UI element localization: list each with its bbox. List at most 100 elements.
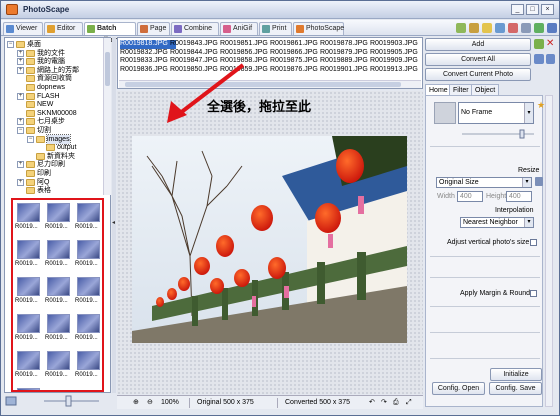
tab-anigif[interactable]: AniGif [220,22,258,35]
panel-splitter[interactable]: ◂ [112,37,116,393]
thumbnail[interactable]: R0019... [15,239,43,271]
fullscreen-icon[interactable]: ⤢ [406,397,412,408]
file-item[interactable]: R0019878.JPG [320,40,376,49]
width-input[interactable]: 400 [457,191,483,202]
thumbnail[interactable]: R0019... [75,239,102,271]
thumbnail[interactable]: R0019... [15,387,43,390]
thumbnail-zoom-slider[interactable] [4,394,111,408]
file-item[interactable]: R0019856.JPG [220,49,276,58]
tab-batch-editor[interactable]: Batch Editor [84,22,136,44]
file-item[interactable]: R0019843.JPG [170,40,226,49]
file-item[interactable]: R0019889.JPG [320,57,376,66]
resize-settings-icon[interactable] [535,177,543,186]
expand-icon[interactable]: + [17,92,24,100]
home-icon[interactable] [456,23,466,33]
preview-canvas[interactable] [117,91,423,394]
thumbnail[interactable]: R0019... [15,350,43,382]
zoom-in-icon[interactable]: ⊕ [133,397,139,408]
folder-icon[interactable] [469,23,479,33]
thumbnail[interactable]: R0019... [45,313,73,345]
tab-editor[interactable]: Editor [44,22,83,35]
settings-icon[interactable] [547,23,557,33]
tab-label: Editor [57,25,76,32]
zoom-out-icon[interactable]: ⊖ [147,397,153,408]
page-icon [140,25,148,33]
tools-icon[interactable] [508,23,518,33]
collapse-icon[interactable]: − [7,41,14,48]
expand-icon[interactable]: + [17,161,24,169]
resize-select[interactable]: Original Size ▾ [436,177,532,188]
expand-icon[interactable]: + [17,58,24,66]
move-up-icon[interactable] [534,54,544,64]
file-item[interactable]: R0019876.JPG [270,66,326,75]
convert-all-button[interactable]: Convert All [425,53,531,66]
refresh-icon[interactable] [495,23,505,33]
collapse-icon[interactable]: − [17,127,24,134]
file-item[interactable]: R0019844.JPG [170,49,226,58]
minimize-icon[interactable]: _ [511,4,524,15]
main-tab-bar: Viewer Editor Batch Editor Page Combine … [1,20,559,44]
file-item[interactable]: R0019866.JPG [270,49,326,58]
slider-handle[interactable] [65,395,72,407]
margin-round-checkbox[interactable] [530,290,537,297]
thumbnail[interactable]: R0019... [45,239,73,271]
remove-icon[interactable]: ✕ [546,39,555,49]
thumbnail[interactable]: R0019... [75,350,102,382]
thumbnail[interactable]: R0019... [75,313,102,345]
thumbnail[interactable]: R0019... [45,202,73,234]
config-save-button[interactable]: Config. Save [489,382,542,395]
add-button[interactable]: Add [425,38,531,51]
star-icon[interactable] [482,23,492,33]
splitter-arrow-icon[interactable]: ◂ [112,219,116,227]
file-item[interactable]: R0019832.JPG [120,49,176,58]
tab-photoscape[interactable]: PhotoScape [293,22,344,35]
file-item[interactable]: R0019861.JPG [270,40,326,49]
right-panel-scrollbar[interactable] [545,95,553,407]
file-item[interactable]: R0019879.JPG [320,49,376,58]
file-item[interactable]: R0019901.JPG [320,66,376,75]
info-icon[interactable] [534,23,544,33]
collapse-icon[interactable]: − [27,135,34,143]
thumbnail[interactable]: R0019... [15,313,43,345]
expand-icon[interactable]: + [17,49,24,57]
interpolation-select[interactable]: Nearest Neighbor ▾ [460,217,534,228]
expand-icon[interactable]: + [17,178,24,186]
initialize-button[interactable]: Initialize [490,368,542,381]
thumbnail[interactable]: R0019... [45,276,73,308]
rotate-left-icon[interactable]: ↶ [369,397,375,408]
rotate-right-icon[interactable]: ↷ [381,397,387,408]
tab-viewer[interactable]: Viewer [3,22,43,35]
close-icon[interactable]: × [541,4,554,15]
thumbnail[interactable]: R0019... [75,276,102,308]
file-item[interactable]: R0019905.JPG [370,49,422,58]
config-open-button[interactable]: Config. Open [432,382,485,395]
maximize-icon[interactable]: □ [526,4,539,15]
thumbnail[interactable]: R0019... [15,276,43,308]
scroll-thumb[interactable] [105,52,110,86]
convert-current-button[interactable]: Convert Current Photo [425,68,531,81]
thumbnail[interactable]: R0019... [15,202,43,234]
height-input[interactable]: 400 [506,191,532,202]
tree-scrollbar[interactable] [103,38,111,195]
frame-size-slider[interactable] [460,129,536,139]
star-icon[interactable]: ★ [537,100,545,111]
expand-icon[interactable]: + [17,66,24,74]
thumbnail[interactable]: R0019... [45,350,73,382]
help-icon[interactable] [521,23,531,33]
file-item[interactable]: R0019851.JPG [220,40,276,49]
adjust-vertical-checkbox[interactable] [530,239,537,246]
expand-icon[interactable]: + [17,118,24,126]
file-item[interactable]: R0019818.JPG [120,40,176,49]
move-down-icon[interactable] [546,54,555,64]
file-item[interactable]: R0019875.JPG [270,57,326,66]
file-item[interactable]: R0019903.JPG [370,40,422,49]
tab-print[interactable]: Print [259,22,292,35]
thumbnail[interactable]: R0019... [75,202,102,234]
print-small-icon[interactable]: ⎙ [393,397,399,408]
tab-combine[interactable]: Combine [171,22,219,35]
tab-page[interactable]: Page [137,22,170,35]
file-item[interactable]: R0019913.JPG [370,66,422,75]
add-folder-icon[interactable] [534,39,544,49]
frame-select[interactable]: No Frame ▾ [458,102,534,124]
file-item[interactable]: R0019909.JPG [370,57,422,66]
